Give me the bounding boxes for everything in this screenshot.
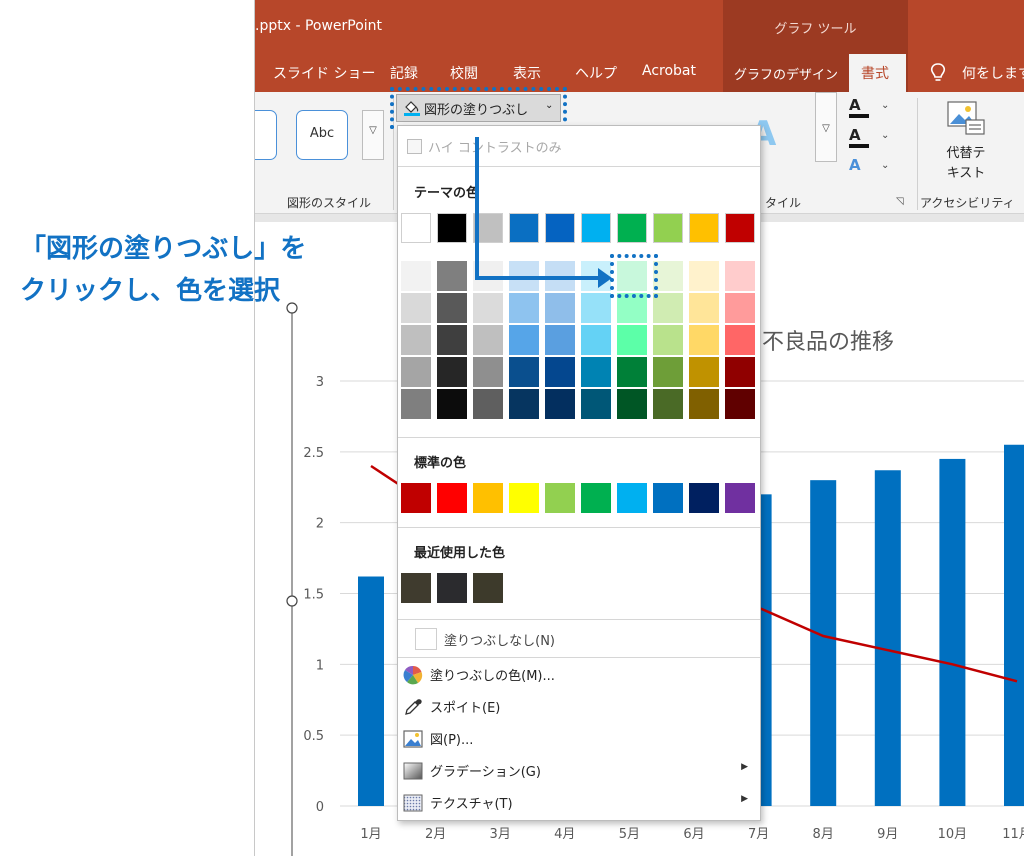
screenshot: .pptx - PowerPoint グラフ ツール スライド ショー 記録 校… xyxy=(0,0,1024,856)
callout-line-2: クリックし、色を選択 xyxy=(20,276,281,306)
instruction-callout: 「図形の塗りつぶし」を クリックし、色を選択 xyxy=(20,228,306,312)
callout-line-1: 「図形の塗りつぶし」を xyxy=(20,234,307,264)
annotation-arrow xyxy=(475,137,612,288)
